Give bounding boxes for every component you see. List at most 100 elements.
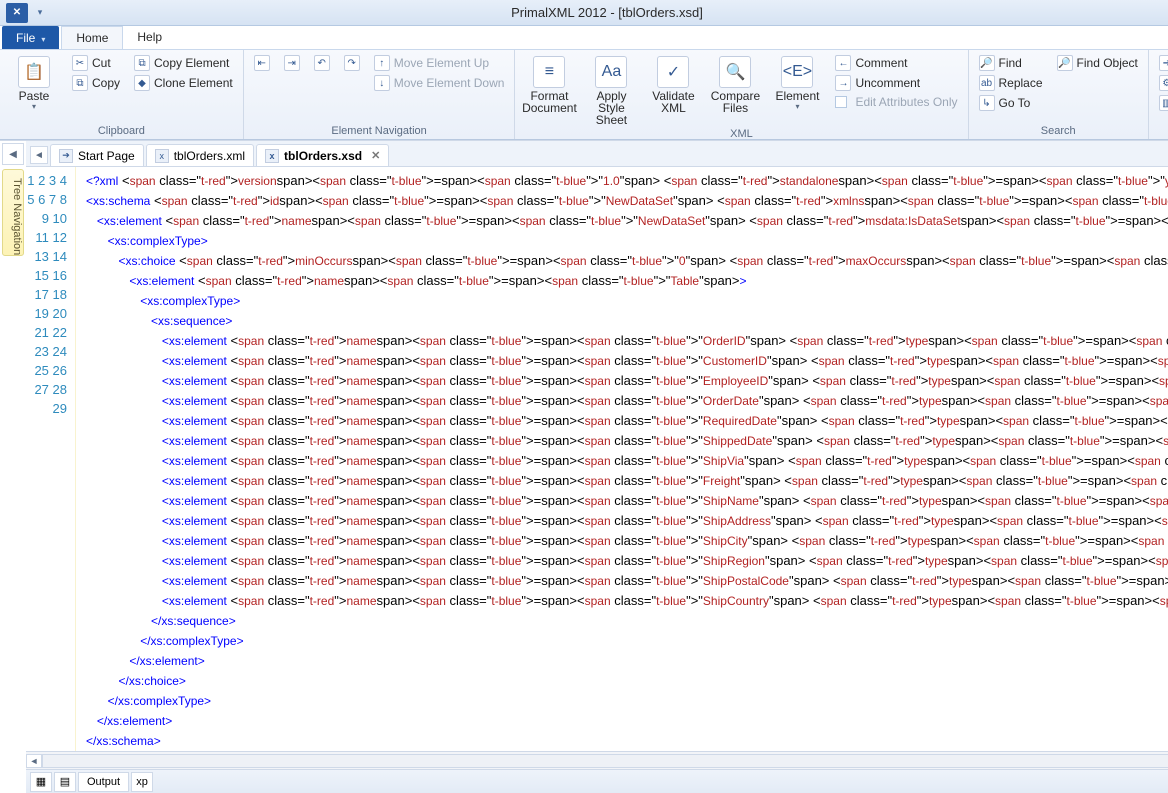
uncomment-icon: → (835, 75, 851, 91)
tree-navigation-tab[interactable]: Tree Navigation (2, 169, 24, 256)
comment-button[interactable]: ←Comment (831, 54, 961, 72)
goto-label: Go To (999, 96, 1031, 110)
doc-tab-start-page[interactable]: ➔ Start Page (50, 144, 144, 166)
bottom-icon-1[interactable]: ▦ (30, 772, 52, 792)
bottom-tab-bar: ▦ ▤ Output xp (26, 769, 1168, 793)
find-object-button[interactable]: 🔎 Find Object (1053, 54, 1142, 72)
doc-tab-orders-xml[interactable]: xtblOrders.xml (146, 144, 254, 166)
arrow-left-icon: ⇤ (254, 55, 270, 71)
find-object-icon: 🔎 (1057, 55, 1073, 71)
xml-caption: XML (521, 126, 961, 140)
doc-tab-start-page-label: Start Page (78, 149, 135, 163)
cut-icon: ✂ (72, 55, 88, 71)
ribbon-group-xml: ≡Format Document AaApply Style Sheet ✓Va… (515, 50, 968, 139)
edit-attributes-only-button[interactable]: Edit Attributes Only (831, 94, 961, 110)
nav-left2-button[interactable]: ↶ (310, 54, 334, 72)
bottom-icon-3[interactable]: xp (131, 772, 153, 792)
arrow-left2-icon: ↶ (314, 55, 330, 71)
validate-xml-button[interactable]: ✓Validate XML (645, 54, 701, 126)
xml-file-icon: x (155, 149, 169, 163)
copy-button[interactable]: ⧉ Copy (68, 74, 124, 92)
element-button[interactable]: <E> Element (769, 54, 825, 126)
find-label: Find (999, 56, 1022, 70)
options-icon: ⚙ (1159, 75, 1168, 91)
code-content[interactable]: <?xml <span class="t-red">versionspan><s… (76, 167, 1168, 751)
clipboard-caption: Clipboard (6, 123, 237, 137)
start-page-button[interactable]: ➔Start Page (1155, 54, 1168, 72)
validate-icon: ✓ (657, 56, 689, 88)
qat-dropdown-icon[interactable]: ▾ (34, 7, 46, 18)
tab-nav-left-icon[interactable]: ◄ (30, 146, 48, 164)
doc-tab-orders-xsd[interactable]: xtblOrders.xsd✕ (256, 144, 389, 166)
element-label: Element (775, 90, 819, 102)
bottom-icon-2[interactable]: ▤ (54, 772, 76, 792)
side-toggle-icon[interactable]: ◀ (2, 143, 24, 165)
copy-element-label: Copy Element (154, 56, 229, 70)
xsd-file-icon: x (265, 149, 279, 163)
file-tab[interactable]: File (2, 26, 59, 49)
apply-style-icon: Aa (595, 56, 627, 88)
element-icon: <E> (781, 56, 813, 88)
start-page-tab-icon: ➔ (59, 149, 73, 163)
clone-element-button[interactable]: ◆ Clone Element (130, 74, 237, 92)
window-caption: Window (1155, 123, 1168, 137)
panes-button[interactable]: ▥Panes (1155, 94, 1168, 112)
replace-button[interactable]: ab Replace (975, 74, 1047, 92)
nav-left-button[interactable]: ⇤ (250, 54, 274, 72)
copy-element-button[interactable]: ⧉Copy Element (130, 54, 237, 72)
ribbon-group-window: ➔Start Page ⚙Options ▥Panes Window (1149, 50, 1168, 139)
move-element-up-button[interactable]: ↑ Move Element Up (370, 54, 509, 72)
options-button[interactable]: ⚙Options (1155, 74, 1168, 92)
edit-attrs-checkbox[interactable] (835, 96, 847, 108)
horizontal-scrollbar[interactable]: ◄ ► (26, 751, 1168, 769)
format-doc-label: Format Document (521, 90, 577, 114)
clone-element-label: Clone Element (154, 76, 233, 90)
search-caption: Search (975, 123, 1142, 137)
move-up-label: Move Element Up (394, 56, 489, 70)
compare-icon: 🔍 (719, 56, 751, 88)
app-icon: ✕ (6, 3, 28, 23)
goto-icon: ↳ (979, 95, 995, 111)
scroll-track[interactable] (42, 754, 1168, 768)
close-tab-icon[interactable]: ✕ (371, 149, 380, 162)
cut-label: Cut (92, 56, 111, 70)
replace-label: Replace (999, 76, 1043, 90)
line-number-gutter: 1 2 3 4 5 6 7 8 9 10 11 12 13 14 15 16 1… (26, 167, 76, 751)
nav-right2-button[interactable]: ↷ (340, 54, 364, 72)
goto-button[interactable]: ↳ Go To (975, 94, 1047, 112)
work-area: ◀ Tree Navigation ◄ ➔ Start Page xtblOrde… (0, 140, 1168, 793)
title-bar: ✕ ▾ PrimalXML 2012 - [tblOrders.xsd] (0, 0, 1168, 26)
panes-icon: ▥ (1159, 95, 1168, 111)
find-object-label: Find Object (1077, 56, 1138, 70)
ribbon-group-search: 🔎 Find ab Replace ↳ Go To 🔎 Find Object Sear… (969, 50, 1149, 139)
replace-icon: ab (979, 75, 995, 91)
help-tab[interactable]: Help (123, 26, 176, 49)
scroll-left-icon[interactable]: ◄ (26, 754, 42, 768)
format-document-button[interactable]: ≡Format Document (521, 54, 577, 126)
move-up-icon: ↑ (374, 55, 390, 71)
home-tab[interactable]: Home (61, 26, 123, 49)
start-page-icon: ➔ (1159, 55, 1168, 71)
find-button[interactable]: 🔎 Find (975, 54, 1047, 72)
copy-label: Copy (92, 76, 120, 90)
copy-icon: ⧉ (72, 75, 88, 91)
output-tab[interactable]: Output (78, 772, 129, 792)
comment-label: Comment (855, 56, 907, 70)
paste-icon: 📋 (18, 56, 50, 88)
move-element-down-button[interactable]: ↓Move Element Down (370, 74, 509, 92)
uncomment-button[interactable]: →Uncomment (831, 74, 961, 92)
paste-button[interactable]: 📋 Paste (6, 54, 62, 123)
ribbon: 📋 Paste ✂ Cut ⧉ Copy ⧉Copy Element ◆ Clone … (0, 50, 1168, 140)
arrow-right-icon: ⇥ (284, 55, 300, 71)
clone-element-icon: ◆ (134, 75, 150, 91)
window-title: PrimalXML 2012 - [tblOrders.xsd] (46, 5, 1168, 20)
nav-right-button[interactable]: ⇥ (280, 54, 304, 72)
code-editor[interactable]: 1 2 3 4 5 6 7 8 9 10 11 12 13 14 15 16 1… (26, 167, 1168, 751)
menu-bar: File Home Help (0, 26, 1168, 50)
apply-style-sheet-button[interactable]: AaApply Style Sheet (583, 54, 639, 126)
compare-files-button[interactable]: 🔍Compare Files (707, 54, 763, 126)
cut-button[interactable]: ✂ Cut (68, 54, 124, 72)
find-icon: 🔎 (979, 55, 995, 71)
arrow-right2-icon: ↷ (344, 55, 360, 71)
element-nav-caption: Element Navigation (250, 123, 509, 137)
